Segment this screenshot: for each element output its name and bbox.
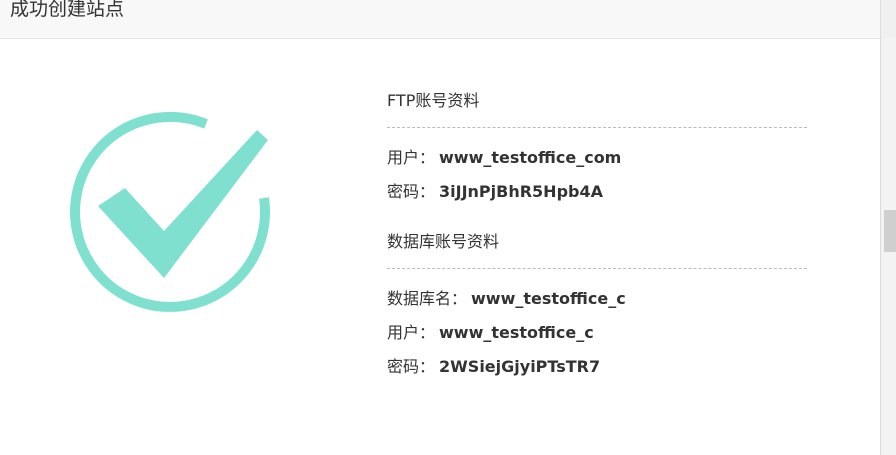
ftp-divider — [387, 127, 807, 128]
check-circle-icon — [70, 111, 271, 312]
database-password-label: 密码： — [387, 357, 436, 376]
scrollbar-thumb[interactable] — [884, 210, 896, 252]
account-info: FTP账号资料 用户： www_testoffice_com 密码： 3iJJnPj… — [387, 84, 807, 384]
ftp-password-value: 3iJJnPjBhR5Hpb4A — [439, 182, 603, 201]
ftp-password-row: 密码： 3iJJnPjBhR5Hpb4A — [387, 175, 807, 209]
dialog-header: 成功创建站点 — [0, 0, 880, 39]
dialog-title: 成功创建站点 — [10, 0, 125, 20]
check-mark — [98, 130, 268, 278]
database-user-value: www_testoffice_c — [439, 323, 594, 342]
database-name-label: 数据库名： — [387, 289, 468, 308]
database-divider — [387, 268, 807, 269]
database-name-value: www_testoffice_c — [471, 289, 626, 308]
database-user-label: 用户： — [387, 323, 436, 342]
database-name-row: 数据库名： www_testoffice_c — [387, 282, 807, 316]
database-user-row: 用户： www_testoffice_c — [387, 316, 807, 350]
success-dialog: 成功创建站点 FTP账号资料 用户： www_testoffice_com 密码：… — [0, 0, 880, 455]
database-password-value: 2WSiejGjyiPTsTR7 — [439, 357, 601, 376]
ftp-password-label: 密码： — [387, 182, 436, 201]
ftp-section-title: FTP账号资料 — [387, 91, 480, 110]
database-password-row: 密码： 2WSiejGjyiPTsTR7 — [387, 350, 807, 384]
database-section-title: 数据库账号资料 — [387, 232, 500, 251]
ftp-user-value: www_testoffice_com — [439, 148, 622, 167]
ftp-user-row: 用户： www_testoffice_com — [387, 141, 807, 175]
ftp-user-label: 用户： — [387, 148, 436, 167]
